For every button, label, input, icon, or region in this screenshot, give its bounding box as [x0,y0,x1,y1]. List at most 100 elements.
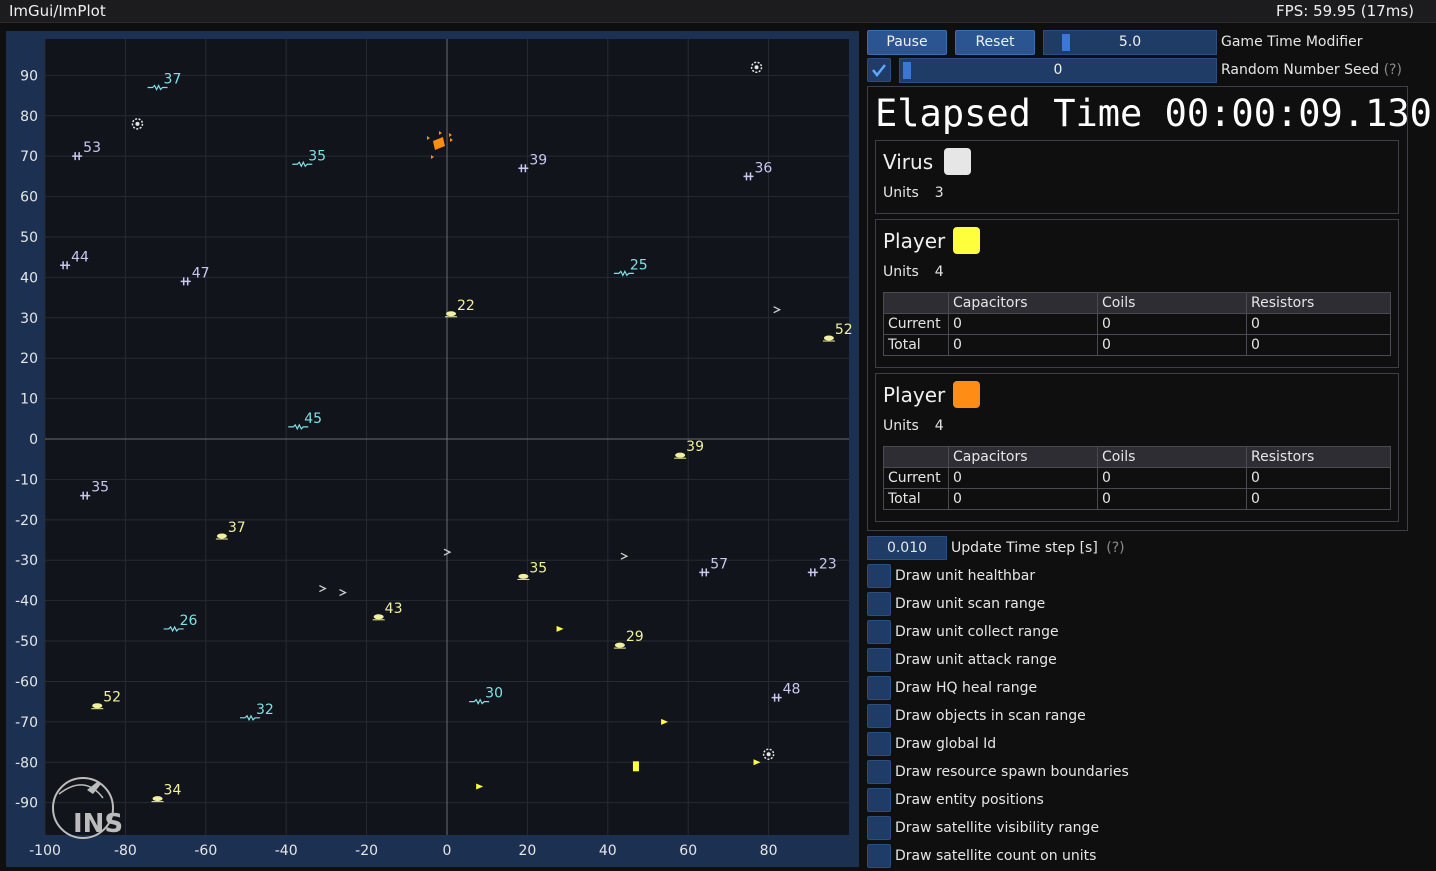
y-tick-label: 10 [20,392,38,408]
orange-unit-marker [432,137,445,151]
x-tick-label: -80 [114,843,137,859]
yellow-unit-marker [661,718,669,725]
capacitor-marker [373,614,384,620]
table-header: Capacitors [948,292,1098,314]
option-label[interactable]: Draw unit attack range [895,652,1057,668]
faction-color-swatch [953,381,980,408]
units-count: 4 [934,264,944,280]
seed-value: 0 [1053,62,1063,78]
help-marker[interactable]: (?) [1384,62,1402,78]
option-checkbox[interactable] [867,564,891,588]
option-label[interactable]: Draw global Id [895,736,996,752]
option-label[interactable]: Draw objects in scan range [895,708,1086,724]
option-checkbox[interactable] [867,844,891,868]
y-tick-label: 70 [20,149,38,165]
option-checkbox[interactable] [867,732,891,756]
elapsed-time: Elapsed Time 00:00:09.130 [875,92,1432,135]
option-checkbox[interactable] [867,760,891,784]
resource-value-label: 34 [164,783,182,799]
table-cell: Total [883,334,949,356]
option-label[interactable]: Draw unit collect range [895,624,1059,640]
faction-name: Player [883,383,946,407]
yellow-unit-marker [753,759,761,766]
x-tick-label: -60 [194,843,217,859]
option-label[interactable]: Draw resource spawn boundaries [895,764,1129,780]
resource-value-label: 30 [485,686,503,702]
game-time-label: Game Time Modifier [1221,34,1363,50]
option-checkbox[interactable] [867,788,891,812]
table-cell: Total [883,488,949,510]
units-row: Units 4 [883,264,944,280]
capacitor-marker [446,311,457,317]
virus-unit-marker [135,121,140,126]
y-tick-label: -50 [15,634,38,650]
capacitor-marker [823,335,834,341]
x-tick-label: 80 [760,843,778,859]
table-cell: 0 [1097,334,1247,356]
units-count: 3 [934,185,944,201]
virus-unit-marker [766,752,771,757]
resource-value-label: 35 [529,560,547,576]
orange-spark [449,138,453,143]
y-tick-label: 50 [20,230,38,246]
units-row: Units 3 [883,185,944,201]
resource-value-label: 43 [385,601,403,617]
option-checkbox[interactable] [867,816,891,840]
coil-marker [743,172,754,181]
option-label[interactable]: Draw unit scan range [895,596,1045,612]
y-tick-label: -60 [15,674,38,690]
table-cell: Current [883,313,949,335]
capacitor-marker [92,703,103,709]
y-tick-label: 90 [20,68,38,84]
units-row: Units 4 [883,418,944,434]
table-cell: 0 [948,313,1098,335]
y-tick-label: -30 [15,553,38,569]
y-tick-label: 60 [20,190,38,206]
option-label[interactable]: Draw entity positions [895,792,1044,808]
x-tick-label: 40 [599,843,617,859]
coil-marker [180,277,191,286]
option-label[interactable]: Draw unit healthbar [895,568,1035,584]
game-time-slider[interactable]: 5.0 [1043,30,1217,55]
table-header [883,446,949,468]
logo-text: INS [73,809,123,839]
option-checkbox[interactable] [867,676,891,700]
units-label: Units [883,418,919,434]
capacitor-marker [216,533,227,539]
help-marker[interactable]: (?) [1106,540,1124,556]
option-checkbox[interactable] [867,592,891,616]
resource-value-label: 52 [103,690,121,706]
resource-value-label: 45 [304,411,322,427]
seed-slider[interactable]: 0 [899,58,1217,83]
resource-value-label: 52 [835,322,853,338]
resource-value-label: 23 [819,556,837,572]
resource-value-label: 37 [228,520,246,536]
timestep-label-text: Update Time step [s] [951,540,1098,556]
option-checkbox[interactable] [867,704,891,728]
table-row: Total 0 0 0 [883,334,1391,356]
x-tick-label: -20 [355,843,378,859]
capacitor-marker [518,573,529,579]
option-label[interactable]: Draw satellite count on units [895,848,1096,864]
orange-spark [448,133,452,138]
y-tick-label: -90 [15,796,38,812]
table-header: Capacitors [948,446,1098,468]
option-label[interactable]: Draw satellite visibility range [895,820,1099,836]
pause-button[interactable]: Pause [867,30,947,55]
timestep-input[interactable]: 0.010 [867,536,947,560]
option-checkbox[interactable] [867,620,891,644]
reset-button[interactable]: Reset [955,30,1035,55]
orange-spark [438,131,442,136]
y-tick-label: 30 [20,311,38,327]
resource-value-label: 22 [457,298,475,314]
coil-marker [807,568,818,577]
option-label[interactable]: Draw HQ heal range [895,680,1037,696]
capacitor-marker [614,642,625,648]
coil-marker [699,568,710,577]
coil-marker [80,491,91,500]
table-cell: 0 [948,334,1098,356]
option-checkbox[interactable] [867,648,891,672]
y-tick-label: 40 [20,270,38,286]
seed-checkbox[interactable] [867,58,891,82]
resource-value-label: 32 [256,702,274,718]
